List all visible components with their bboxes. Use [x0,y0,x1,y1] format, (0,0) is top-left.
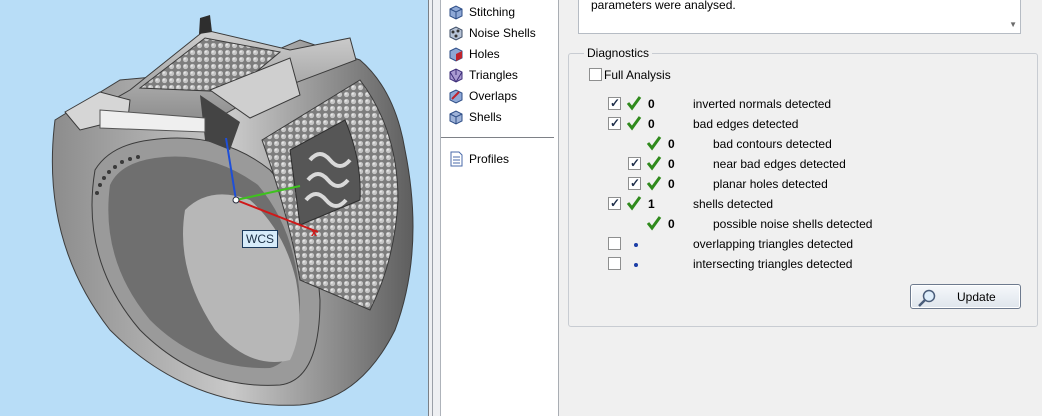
noise-shells-icon [449,26,463,41]
planar-holes-label: planar holes detected [713,177,828,191]
message-box: parameters were analysed. ▼ [578,0,1021,34]
planar-holes-count: 0 [668,177,675,191]
tree-item-holes[interactable]: Holes [447,44,500,64]
x-axis-label: x [311,227,318,239]
tree-separator [441,137,554,138]
overlaps-icon [449,89,463,104]
tree-item-label: Profiles [469,152,510,166]
shells-checkbox[interactable] [608,196,621,210]
intersecting-triangles-checkbox[interactable] [608,257,621,270]
noise-shells-count: 0 [668,217,675,231]
shells-count: 1 [648,197,655,211]
tree-item-profiles[interactable]: Profiles [447,149,509,169]
bad-contours-label: bad contours detected [713,137,832,151]
noise-shells-label: possible noise shells detected [713,217,873,231]
check-icon [626,196,642,211]
planar-holes-checkbox[interactable] [628,176,641,190]
overlapping-triangles-label: overlapping triangles detected [693,237,854,251]
inverted-normals-checkbox[interactable] [608,96,621,110]
overlapping-triangles-checkbox[interactable] [608,237,621,250]
pane-splitter[interactable] [428,0,441,416]
fix-tree-panel: Stitching Noise Shells Holes Triangles O… [441,0,559,416]
tree-item-shells[interactable]: Shells [447,107,502,127]
update-button-label: Update [957,290,996,304]
triangles-icon [449,68,463,83]
bad-contours-count: 0 [668,137,675,151]
update-button[interactable]: Update [910,284,1021,309]
message-text: parameters were analysed. [591,0,736,12]
pending-dot-icon [634,263,638,267]
check-icon [646,176,662,191]
check-icon [646,136,662,151]
3d-viewport[interactable]: WCS x [0,0,428,416]
pending-dot-icon [634,243,638,247]
bad-edges-checkbox[interactable] [608,116,621,130]
wcs-label: WCS [242,230,278,248]
tree-item-label: Shells [469,110,502,124]
check-icon [646,216,662,231]
bad-edges-label: bad edges detected [693,117,799,131]
check-icon [626,116,642,131]
tree-item-triangles[interactable]: Triangles [447,65,518,85]
inverted-normals-label: inverted normals detected [693,97,832,111]
document-icon [450,151,463,167]
diagnostics-title: Diagnostics [584,46,653,60]
stitching-icon [449,5,463,20]
tree-item-overlaps[interactable]: Overlaps [447,86,517,106]
check-icon [646,156,662,171]
ring-model [51,15,414,406]
near-bad-edges-checkbox[interactable] [628,156,641,170]
tree-item-label: Overlaps [469,89,518,103]
shells-icon [449,110,463,125]
inverted-normals-count: 0 [648,97,655,111]
tree-item-stitching[interactable]: Stitching [447,2,515,22]
intersecting-triangles-label: intersecting triangles detected [693,257,853,271]
tree-item-label: Triangles [469,68,518,82]
holes-icon [449,47,463,62]
tree-item-label: Noise Shells [469,26,536,40]
bad-edges-count: 0 [648,117,655,131]
tree-item-noise-shells[interactable]: Noise Shells [447,23,536,43]
tree-item-label: Stitching [469,5,516,19]
scroll-down-icon[interactable]: ▼ [1009,20,1017,29]
magnifier-icon [918,289,936,307]
near-bad-edges-count: 0 [668,157,675,171]
tree-item-label: Holes [469,47,500,61]
full-analysis-label: Full Analysis [604,68,671,82]
diagnostics-pane: parameters were analysed. ▼ Diagnostics … [560,0,1042,416]
full-analysis-checkbox[interactable] [589,68,602,81]
check-icon [626,96,642,111]
near-bad-edges-label: near bad edges detected [713,157,846,171]
shells-label: shells detected [693,197,774,211]
